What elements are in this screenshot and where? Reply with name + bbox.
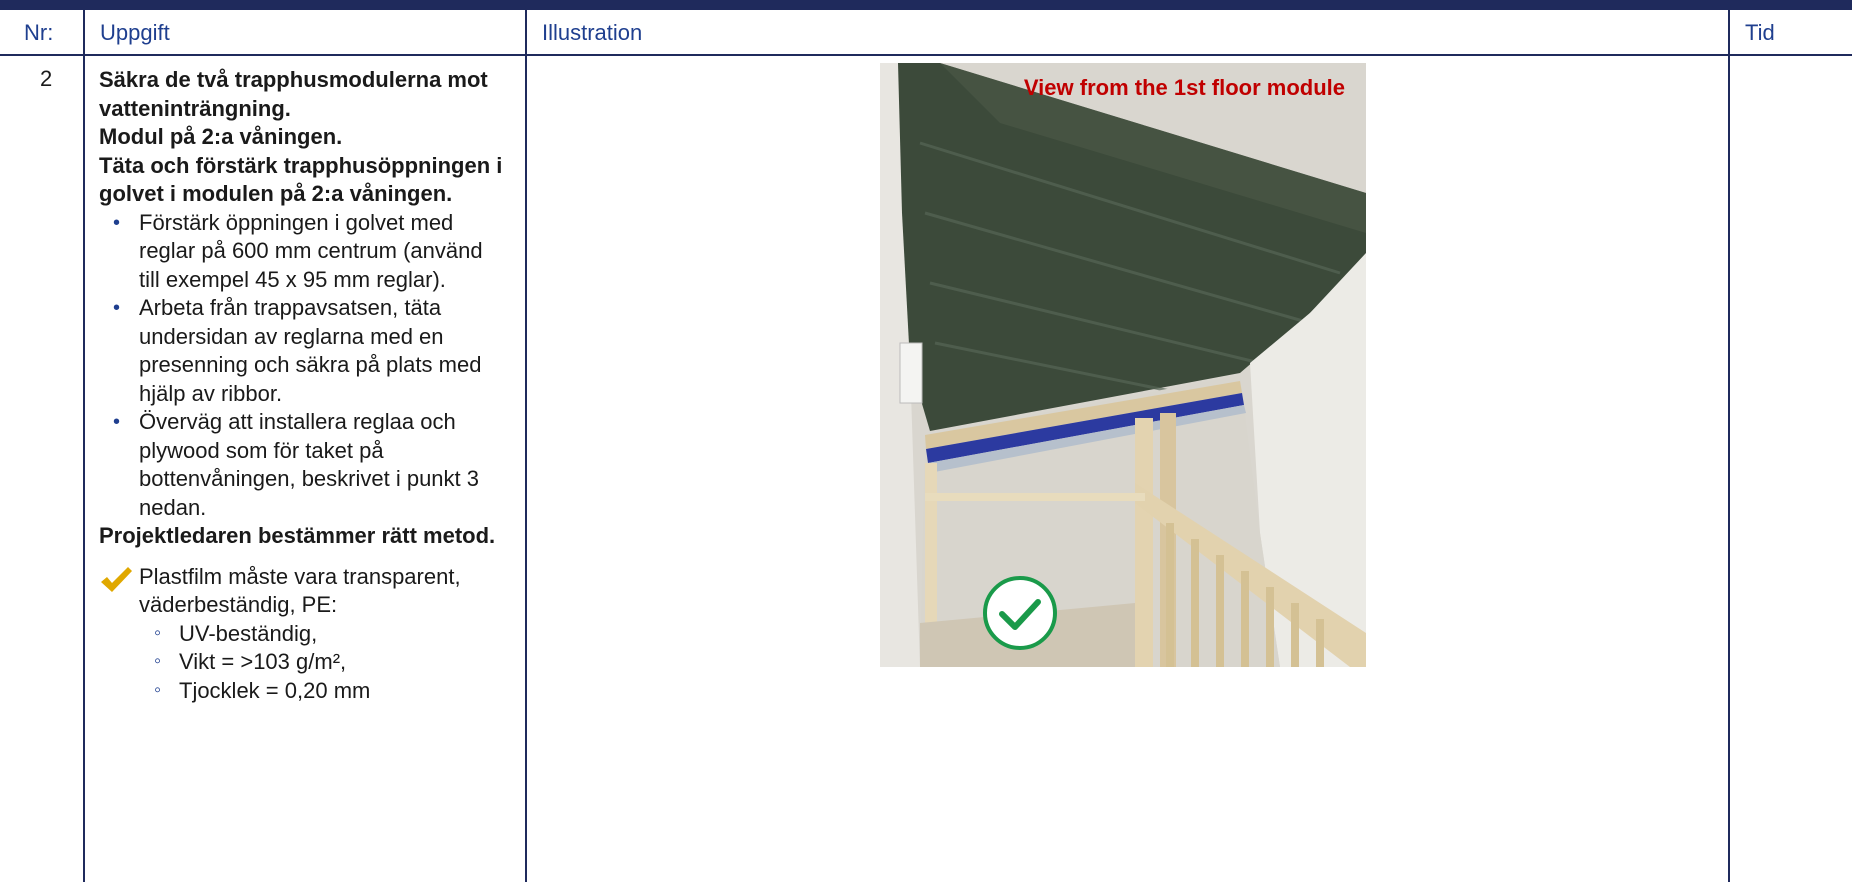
task-subheading-floor: Modul på 2:a våningen. <box>99 124 343 149</box>
header-time: Tid <box>1728 10 1852 56</box>
spec-list: UV-beständig, Vikt = >103 g/m², Tjocklek… <box>99 619 509 706</box>
instruction-item: Förstärk öppningen i golvet med reglar p… <box>99 209 509 295</box>
stairwell-illustration <box>880 63 1366 667</box>
instruction-list: Förstärk öppningen i golvet med reglar p… <box>99 209 509 523</box>
decision-note: Projektledaren bestämmer rätt metod. <box>99 523 496 548</box>
instruction-item: Arbeta från trappavsatsen, täta undersid… <box>99 294 509 408</box>
task-cell: Säkra de två trapphusmodulerna mot vatte… <box>83 54 527 882</box>
stairwell-photo: View from the 1st floor module <box>880 63 1366 667</box>
row-number: 2 <box>40 66 53 91</box>
requirement-text: Plastfilm måste vara transparent, väderb… <box>139 563 461 618</box>
spec-item: Vikt = >103 g/m², <box>99 647 509 677</box>
header-illustration: Illustration <box>525 10 1730 56</box>
task-subheading-seal: Täta och förstärk trapphusöppningen i go… <box>99 152 503 207</box>
instruction-item: Överväg att installera reglaa och plywoo… <box>99 408 509 522</box>
spec-item: UV-beständig, <box>99 619 509 649</box>
header-nr: Nr: <box>0 10 85 56</box>
header-row: Nr: Uppgift Illustration Tid <box>0 10 1852 56</box>
top-bar <box>0 0 1852 10</box>
time-cell <box>1728 54 1852 882</box>
checkmark-icon <box>101 566 132 592</box>
row-number-cell: 2 <box>0 54 85 882</box>
header-task: Uppgift <box>83 10 527 56</box>
check-circle-icon <box>983 576 1057 650</box>
photo-caption: View from the 1st floor module <box>1023 75 1345 100</box>
spec-item: Tjocklek = 0,20 mm <box>99 676 509 706</box>
task-heading: Säkra de två trapphusmodulerna mot vatte… <box>99 67 488 121</box>
requirement-row: Plastfilm måste vara transparent, väderb… <box>99 563 509 620</box>
